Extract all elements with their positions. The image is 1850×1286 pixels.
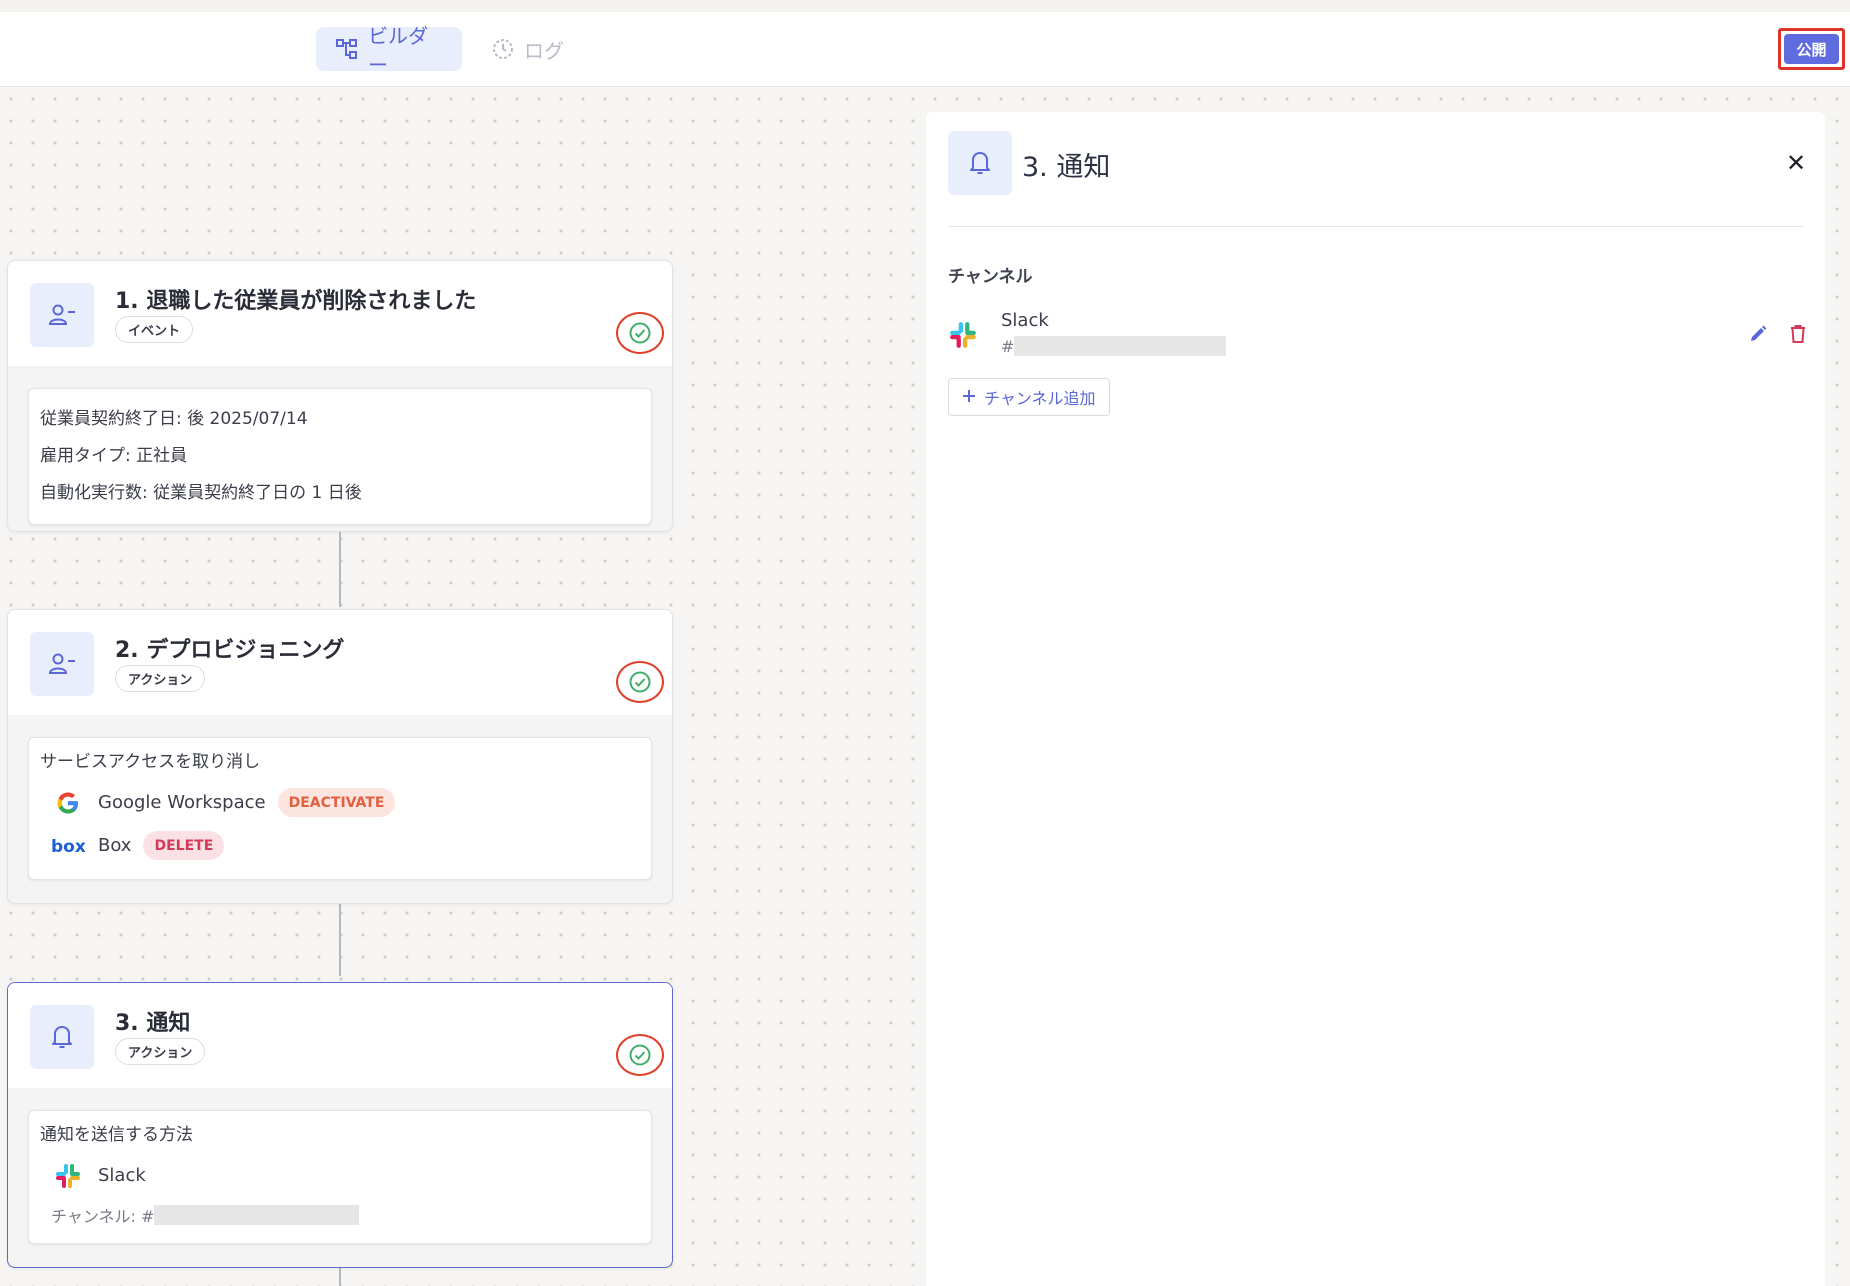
connector-line xyxy=(339,1268,341,1286)
card-title: 3. 通知 xyxy=(115,1011,191,1036)
card-title: 2. デプロビジョニング xyxy=(115,638,345,663)
workflow-card-deprovisioning[interactable]: 2. デプロビジョニング アクション サービスアクセスを取り消し Google … xyxy=(7,609,673,904)
user-minus-icon xyxy=(30,283,94,347)
check-circle-icon[interactable] xyxy=(616,312,664,354)
add-channel-button[interactable]: チャンネル追加 xyxy=(948,378,1110,416)
service-name: Google Workspace xyxy=(98,792,266,813)
action-badge: DELETE xyxy=(143,831,225,860)
plus-icon xyxy=(962,388,976,407)
top-strip xyxy=(0,0,1850,12)
clock-icon xyxy=(493,39,513,59)
card-detail: 従業員契約終了日: 後 2025/07/14 雇用タイプ: 正社員 自動化実行数… xyxy=(28,388,652,525)
action-badge: DEACTIVATE xyxy=(277,788,396,817)
tab-log[interactable]: ログ xyxy=(492,27,592,71)
card-type-badge: イベント xyxy=(115,316,194,343)
trash-icon[interactable] xyxy=(1789,324,1807,348)
top-bar: ビルダー ログ 公開 xyxy=(0,12,1850,87)
detail-heading: サービスアクセスを取り消し xyxy=(40,752,261,772)
detail-line: 自動化実行数: 従業員契約終了日の 1 日後 xyxy=(40,483,362,503)
channel-service-name: Slack xyxy=(1001,310,1049,331)
card-header: 3. 通知 アクション xyxy=(8,983,672,1088)
check-circle-icon[interactable] xyxy=(616,1034,664,1076)
bell-icon xyxy=(30,1005,94,1069)
connector-line xyxy=(339,532,341,607)
detail-line: 雇用タイプ: 正社員 xyxy=(40,446,188,466)
slack-logo-icon xyxy=(948,320,978,354)
user-minus-icon xyxy=(30,632,94,696)
workflow-icon xyxy=(336,39,357,59)
channel-row: Slack # xyxy=(948,308,1807,364)
service-name: Box xyxy=(98,835,132,856)
divider xyxy=(948,226,1804,227)
tab-log-label: ログ xyxy=(524,38,564,63)
card-type-badge: アクション xyxy=(115,1038,206,1065)
card-header: 1. 退職した従業員が削除されました イベント xyxy=(8,261,672,366)
close-icon[interactable]: ✕ xyxy=(1786,151,1806,175)
section-label: チャンネル xyxy=(948,267,1033,287)
check-circle-icon[interactable] xyxy=(616,661,664,703)
card-body: 通知を送信する方法 Slack チャンネル: # xyxy=(8,1088,672,1266)
card-header: 2. デプロビジョニング アクション xyxy=(8,610,672,715)
slack-logo-icon xyxy=(48,1162,88,1190)
channel-id: # xyxy=(1001,336,1227,356)
publish-button[interactable]: 公開 xyxy=(1784,34,1839,64)
card-detail: 通知を送信する方法 Slack チャンネル: # xyxy=(28,1110,652,1244)
svg-text:box: box xyxy=(51,837,85,855)
service-name: Slack xyxy=(98,1165,146,1186)
bell-icon xyxy=(948,131,1012,195)
card-type-badge: アクション xyxy=(115,665,206,692)
tab-builder-label: ビルダー xyxy=(368,24,428,77)
redacted-channel xyxy=(154,1205,360,1225)
card-title: 1. 退職した従業員が削除されました xyxy=(115,289,477,314)
detail-heading: 通知を送信する方法 xyxy=(40,1125,193,1145)
panel-title: 3. 通知 xyxy=(1022,152,1111,183)
workflow-card-notification[interactable]: 3. 通知 アクション 通知を送信する方法 Slack チャンネル: # xyxy=(7,982,673,1268)
google-logo-icon xyxy=(48,790,88,816)
service-row: box Box DELETE xyxy=(40,824,640,867)
channel-id-prefix: # xyxy=(1001,336,1015,356)
detail-line: 従業員契約終了日: 後 2025/07/14 xyxy=(40,409,308,429)
tab-builder[interactable]: ビルダー xyxy=(316,24,462,77)
box-logo-icon: box xyxy=(48,837,88,855)
publish-highlight: 公開 xyxy=(1778,28,1845,70)
service-row: Google Workspace DEACTIVATE xyxy=(40,781,640,824)
channel-label: チャンネル: # xyxy=(51,1207,155,1226)
connector-line xyxy=(339,904,341,976)
details-panel: 3. 通知 ✕ チャンネル Slack # チャンネル追加 xyxy=(926,112,1825,1286)
card-detail: サービスアクセスを取り消し Google Workspace DEACTIVAT… xyxy=(28,737,652,880)
add-channel-label: チャンネル追加 xyxy=(984,389,1096,408)
redacted-channel xyxy=(1014,336,1227,356)
workflow-card-event[interactable]: 1. 退職した従業員が削除されました イベント 従業員契約終了日: 後 2025… xyxy=(7,260,673,532)
card-body: 従業員契約終了日: 後 2025/07/14 雇用タイプ: 正社員 自動化実行数… xyxy=(8,366,672,531)
pencil-icon[interactable] xyxy=(1748,324,1768,348)
channel-line: チャンネル: # xyxy=(40,1197,640,1233)
service-row: Slack xyxy=(40,1154,640,1197)
card-body: サービスアクセスを取り消し Google Workspace DEACTIVAT… xyxy=(8,715,672,902)
